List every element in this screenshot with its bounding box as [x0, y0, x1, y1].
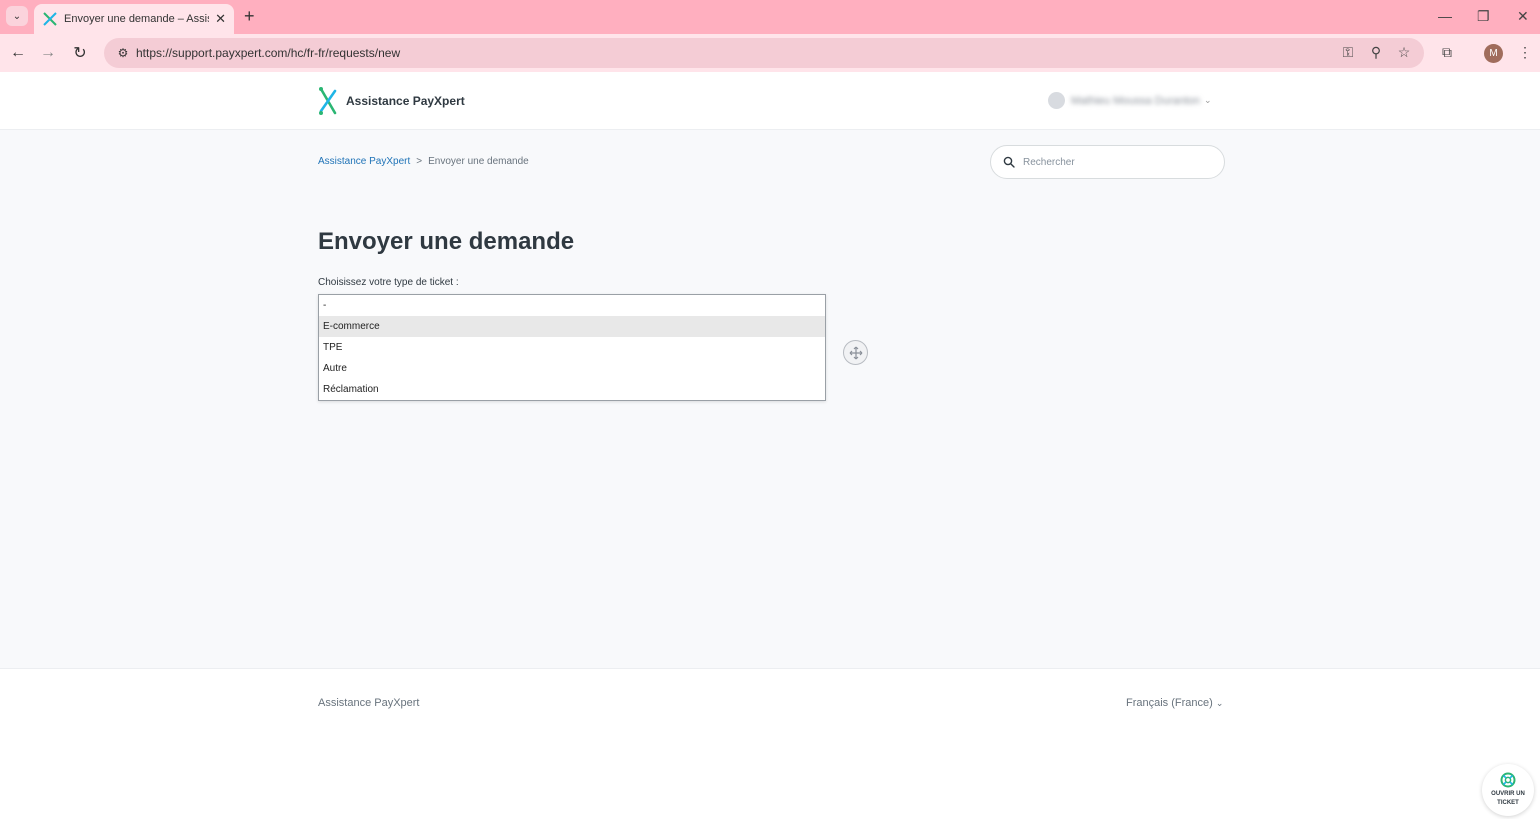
page-title: Envoyer une demande	[318, 228, 575, 255]
site-footer: Assistance PayXpert Français (France) ⌄	[0, 668, 1540, 819]
new-tab-button[interactable]: +	[244, 6, 255, 26]
search-input[interactable]	[1023, 156, 1203, 168]
ticket-type-option[interactable]: Autre	[319, 358, 825, 379]
address-bar[interactable]: ⚙ https://support.payxpert.com/hc/fr-fr/…	[104, 38, 1424, 68]
cursor-move-handle[interactable]	[843, 340, 868, 365]
breadcrumb: Assistance PayXpert > Envoyer une demand…	[318, 156, 529, 167]
ticket-type-option[interactable]: -	[319, 295, 825, 316]
chevron-down-icon: ⌄	[1215, 698, 1224, 708]
user-name: Mathieu Moussa Duranton	[1071, 94, 1201, 107]
site-brand[interactable]: Assistance PayXpert	[346, 94, 465, 108]
reload-icon[interactable]: ↻	[69, 42, 91, 64]
payxpert-favicon-icon	[43, 12, 57, 26]
back-arrow-icon[interactable]: ←	[7, 42, 29, 64]
language-label: Français (France)	[1126, 697, 1213, 709]
move-arrows-icon	[849, 346, 862, 359]
browser-toolbar: ← → ↻ ⚙ https://support.payxpert.com/hc/…	[0, 34, 1540, 72]
ticket-type-option[interactable]: TPE	[319, 337, 825, 358]
ticket-type-option[interactable]: Réclamation	[319, 379, 825, 400]
ticket-type-dropdown[interactable]: - E-commerce TPE Autre Réclamation	[318, 294, 826, 401]
minimize-icon[interactable]: —	[1438, 6, 1452, 26]
zoom-icon[interactable]: ⚲	[1367, 44, 1385, 61]
search-box[interactable]	[990, 145, 1225, 179]
tab-close-icon[interactable]: ✕	[215, 11, 226, 27]
breadcrumb-home-link[interactable]: Assistance PayXpert	[318, 156, 410, 167]
restore-icon[interactable]: ❐	[1477, 6, 1490, 26]
bookmark-star-icon[interactable]: ☆	[1395, 44, 1413, 61]
chevron-down-icon: ⌄	[12, 10, 22, 22]
tab-title: Envoyer une demande – Assistance PayXper…	[64, 13, 209, 25]
browser-menu-icon[interactable]: ⋮	[1518, 44, 1532, 61]
search-icon	[1003, 156, 1015, 168]
user-menu[interactable]: Mathieu Moussa Duranton ⌄	[1048, 92, 1212, 109]
open-ticket-button[interactable]: OUVRIR UN TICKET	[1482, 764, 1534, 816]
password-key-icon[interactable]: ⚿	[1339, 44, 1357, 61]
site-header: Assistance PayXpert Mathieu Moussa Duran…	[0, 72, 1540, 130]
open-ticket-label: OUVRIR UN TICKET	[1491, 791, 1525, 806]
ticket-type-label: Choisissez votre type de ticket :	[318, 277, 459, 288]
breadcrumb-separator: >	[416, 156, 423, 167]
browser-tabbar: ⌄ Envoyer une demande – Assistance PayXp…	[0, 0, 1540, 34]
window-close-icon[interactable]: ✕	[1517, 6, 1529, 26]
tab-search-button[interactable]: ⌄	[6, 6, 28, 26]
browser-tab-active[interactable]: Envoyer une demande – Assistance PayXper…	[34, 4, 234, 34]
chevron-down-icon: ⌄	[1204, 95, 1212, 105]
profile-avatar[interactable]: M	[1484, 44, 1503, 63]
address-url[interactable]: https://support.payxpert.com/hc/fr-fr/re…	[136, 46, 400, 60]
forward-arrow-icon[interactable]: →	[37, 42, 59, 64]
lifebuoy-icon	[1500, 772, 1516, 788]
payxpert-logo-icon[interactable]	[318, 86, 338, 116]
ticket-type-option[interactable]: E-commerce	[319, 316, 825, 337]
footer-brand-link[interactable]: Assistance PayXpert	[318, 697, 420, 709]
breadcrumb-current: Envoyer une demande	[428, 156, 529, 167]
user-avatar-icon	[1048, 92, 1065, 109]
site-info-icon[interactable]: ⚙	[114, 44, 132, 62]
extensions-puzzle-icon[interactable]: ⧉	[1438, 44, 1456, 61]
language-selector[interactable]: Français (France) ⌄	[1126, 697, 1223, 709]
